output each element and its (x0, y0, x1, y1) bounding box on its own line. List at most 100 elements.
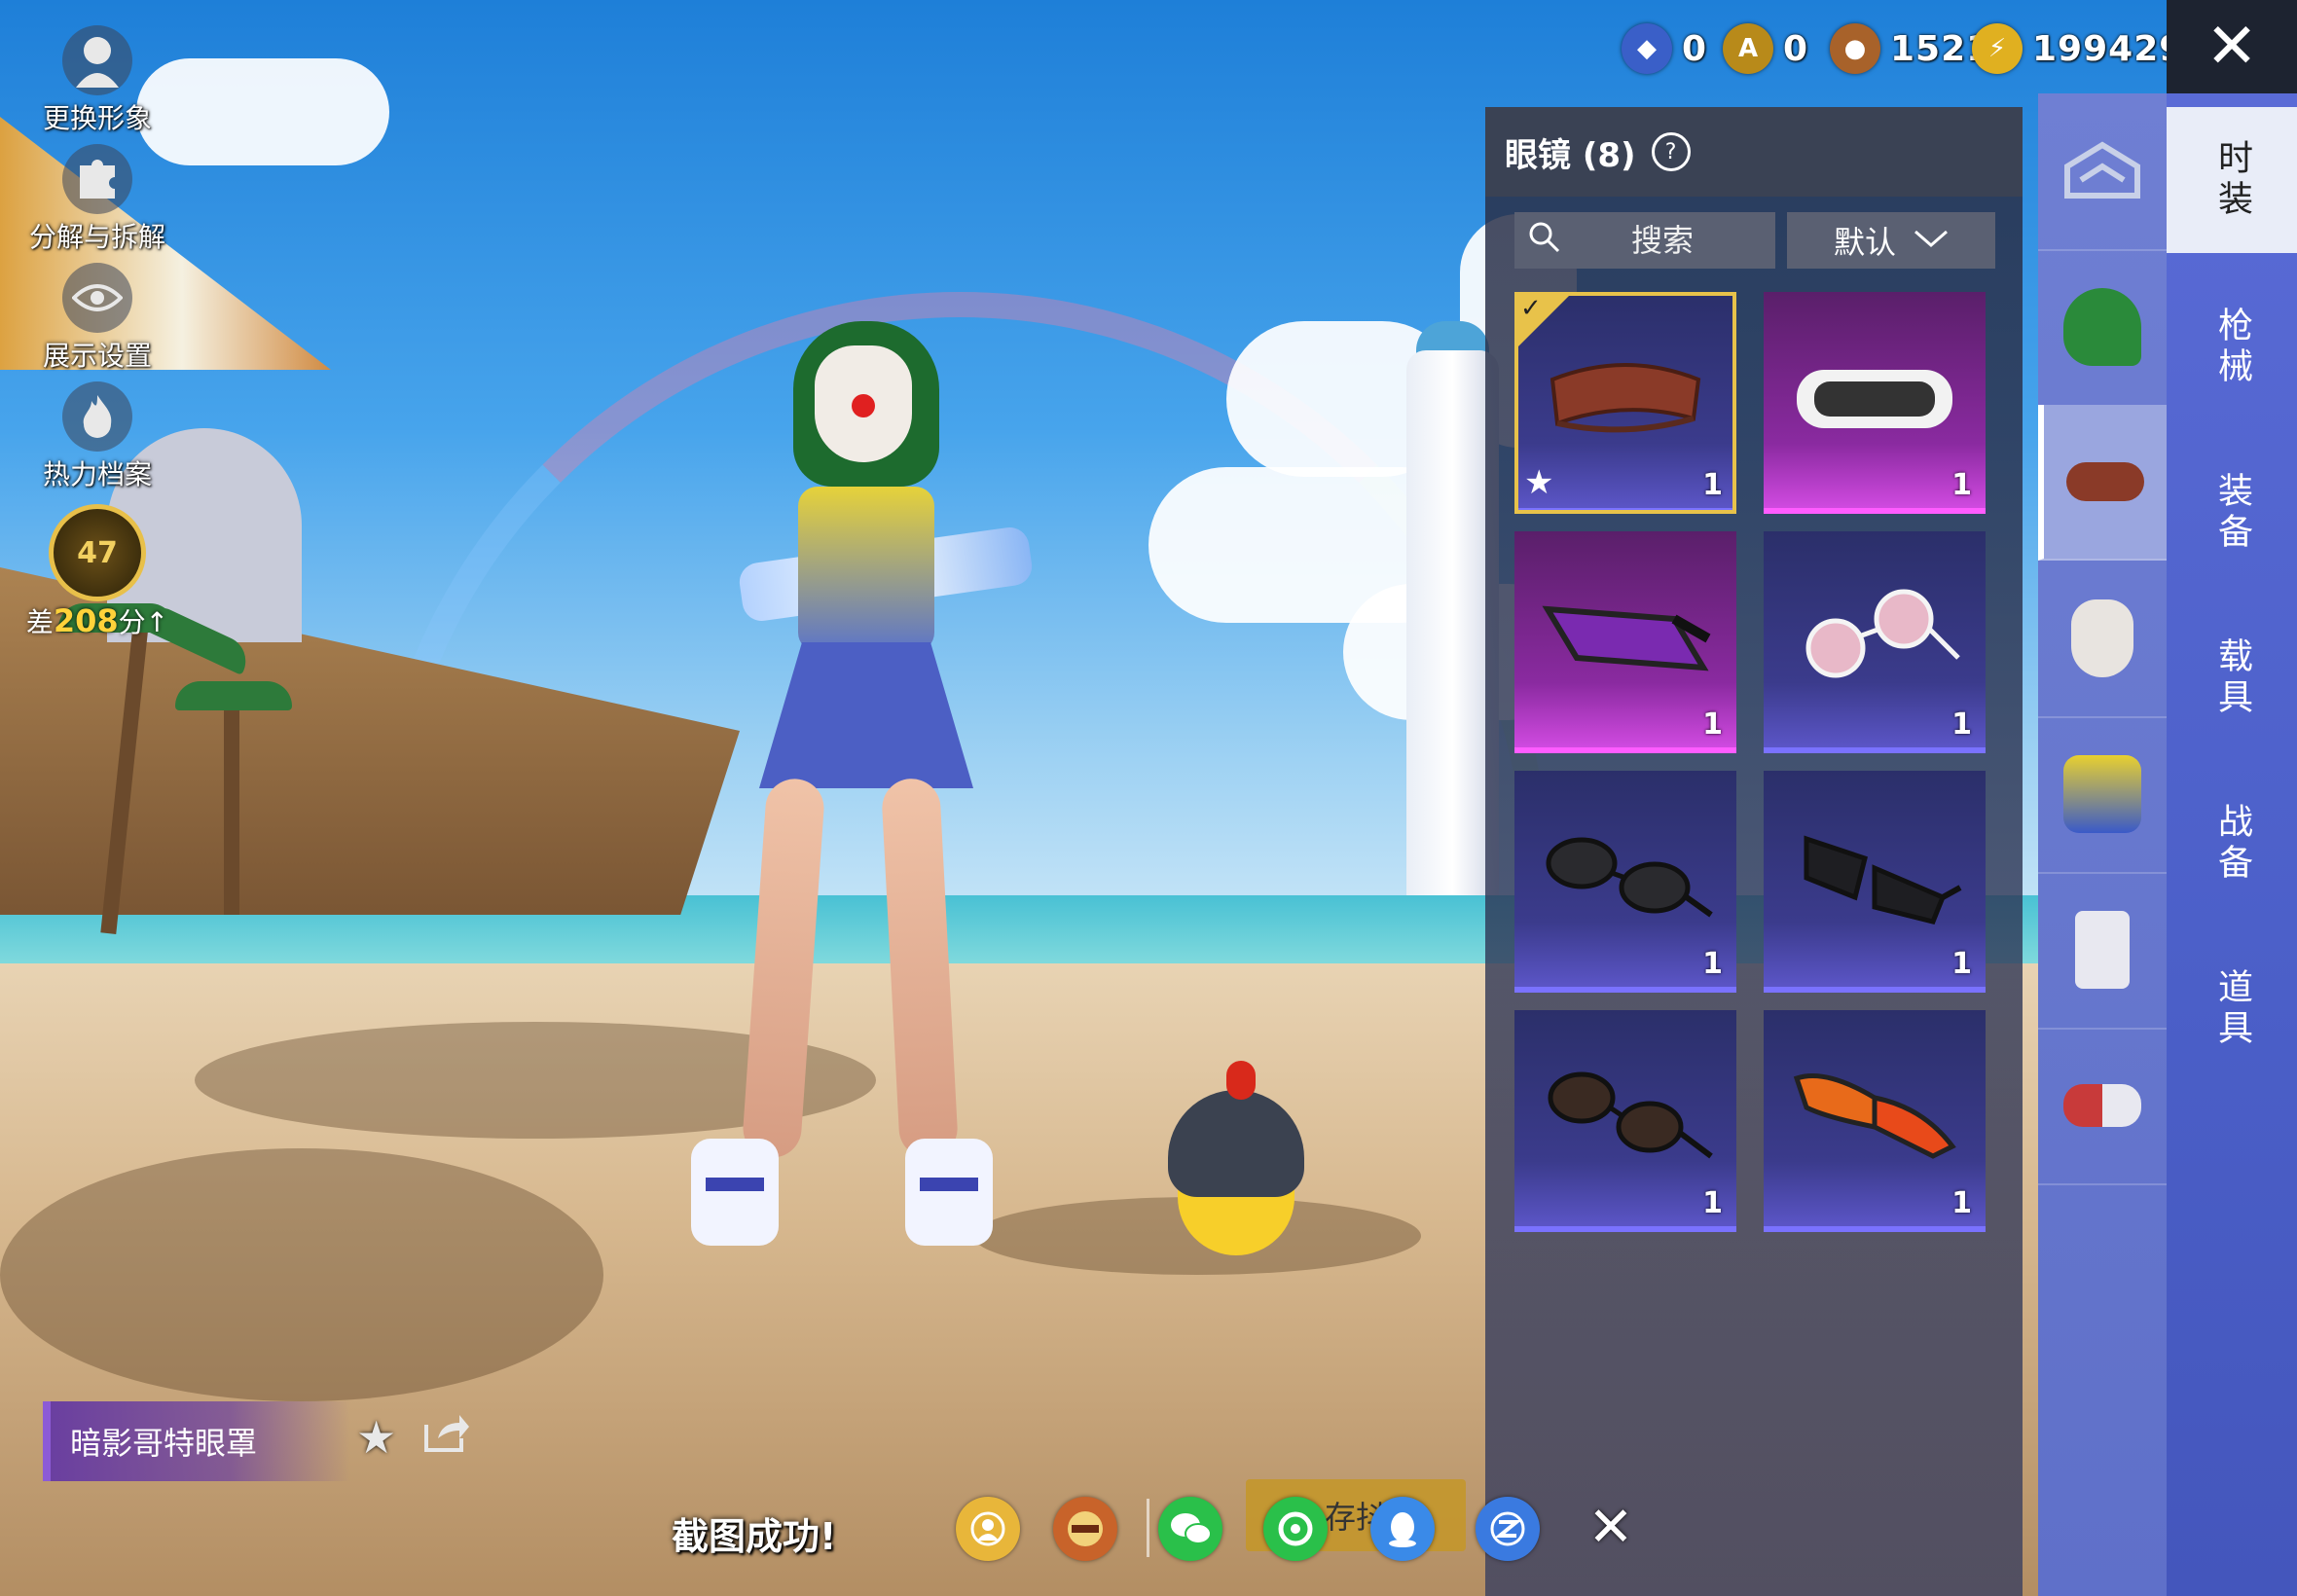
qzone-icon (1490, 1511, 1525, 1546)
profile-share-icon (970, 1511, 1005, 1546)
search-field[interactable] (1514, 212, 1775, 269)
panel-header: 眼镜 (8) ? (1485, 107, 2023, 197)
peace-elite-button[interactable] (1053, 1497, 1117, 1561)
share-close-button[interactable]: ✕ (1579, 1495, 1643, 1559)
sub-category-glasses[interactable] (2038, 405, 2167, 561)
panel-title: 眼镜 (8) (1505, 135, 1636, 175)
sub-category-hair[interactable] (2038, 249, 2167, 407)
wechat-button[interactable] (1158, 1497, 1222, 1561)
display-settings-label: 展示设置 (42, 340, 152, 372)
palm-leaf (175, 681, 292, 710)
chevron-down-icon (1914, 226, 1949, 255)
sort-label: 默认 (1833, 224, 1896, 261)
currency-value: 0 (1682, 28, 1708, 69)
character-shoe-left (691, 1139, 779, 1246)
tab-equipment[interactable]: 装备 (2167, 440, 2297, 586)
item-quantity: 1 (1702, 707, 1723, 742)
item-quantity: 1 (1951, 468, 1972, 502)
sub-category-wardrobe[interactable] (2038, 93, 2167, 251)
currency-gold-token[interactable]: A 0 (1723, 19, 1808, 78)
chick-crest (1226, 1061, 1256, 1100)
sub-category-shoes[interactable] (2038, 1028, 2167, 1185)
item-card-dark-sunglasses-1[interactable]: 1 (1514, 771, 1736, 993)
item-card-brown-sunglasses[interactable]: 1 (1514, 1010, 1736, 1232)
character-leg-left (741, 777, 826, 1160)
top-outfit-icon (2063, 755, 2141, 833)
currency-blue-token[interactable]: ◆ 0 (1622, 19, 1707, 78)
rank-gap: 差208分↑ (19, 601, 175, 640)
share-divider (1147, 1499, 1149, 1557)
heat-profile-label: 热力档案 (42, 458, 152, 490)
heat-profile-button[interactable]: 热力档案 (19, 381, 175, 492)
item-quantity: 1 (1702, 947, 1723, 981)
puzzle-icon (62, 144, 132, 214)
currency-lightning-coin[interactable]: ⚡ 199429 (1972, 19, 2184, 78)
sub-category-nav (2038, 93, 2167, 1596)
decompose-button[interactable]: 分解与拆解 (19, 144, 175, 255)
currency-value: 0 (1783, 28, 1809, 69)
eye-icon (62, 263, 132, 333)
currency-bronze-coin[interactable]: ● 1521 (1830, 19, 1991, 78)
wechat-icon (1171, 1513, 1212, 1544)
item-quantity: 1 (1702, 468, 1723, 502)
shoes-icon (2063, 1084, 2141, 1127)
main-category-nav: 时装 枪械 装备 载具 战备 道具 (2167, 93, 2297, 1596)
tab-vehicles[interactable]: 载具 (2167, 605, 2297, 751)
favorite-star-icon[interactable]: ★ (356, 1411, 396, 1464)
sub-category-top[interactable] (2038, 716, 2167, 874)
change-avatar-label: 更换形象 (42, 102, 152, 134)
inventory-panel: 眼镜 (8) ? 默认 ✓ ★ 1 1 (1485, 107, 2023, 1596)
item-card-brown-blindfold[interactable]: ✓ ★ 1 (1514, 292, 1736, 514)
blindfold-icon (1550, 363, 1701, 433)
share-icon[interactable] (422, 1411, 471, 1465)
item-card-purple-goggles[interactable]: 1 (1514, 531, 1736, 753)
favorite-star-icon[interactable]: ★ (1524, 463, 1553, 502)
display-settings-button[interactable]: 展示设置 (19, 263, 175, 374)
search-icon (1514, 220, 1573, 262)
qq-icon (1389, 1512, 1416, 1547)
screenshot-toast: 截图成功! (672, 1515, 837, 1558)
bronze-coin-icon: ● (1830, 23, 1880, 74)
selected-item-name: 暗影哥特眼罩 (70, 1425, 258, 1462)
sort-dropdown[interactable]: 默认 (1787, 212, 1995, 269)
decompose-label: 分解与拆解 (28, 221, 165, 253)
tab-weapons[interactable]: 枪械 (2167, 274, 2297, 420)
palm-tree (224, 701, 239, 915)
wardrobe-icon (2064, 141, 2140, 199)
item-quantity: 1 (1951, 1186, 1972, 1220)
tab-fashion[interactable]: 时装 (2167, 107, 2297, 253)
rank-gap-suffix: 分 (118, 606, 146, 638)
sub-category-pants[interactable] (2038, 872, 2167, 1030)
search-input[interactable] (1573, 221, 1752, 260)
change-avatar-button[interactable]: 更换形象 (19, 25, 175, 136)
qq-button[interactable] (1370, 1497, 1435, 1561)
rank-widget[interactable]: 47 差208分↑ (19, 504, 175, 640)
gold-a-token-icon: A (1723, 23, 1773, 74)
tab-props[interactable]: 道具 (2167, 936, 2297, 1082)
pants-icon (2075, 911, 2130, 989)
item-quantity: 1 (1951, 947, 1972, 981)
sunglasses-icon (1546, 837, 1713, 918)
player-character[interactable] (691, 321, 1022, 1275)
item-card-pink-round-glasses[interactable]: 1 (1764, 531, 1986, 753)
blue-token-icon: ◆ (1622, 23, 1672, 74)
sunglasses-icon (1804, 835, 1962, 925)
chick-helmet (1168, 1090, 1304, 1197)
purple-goggles-icon (1542, 605, 1711, 671)
item-card-white-goggles[interactable]: 1 (1764, 292, 1986, 514)
profile-share-button[interactable] (956, 1497, 1020, 1561)
help-icon[interactable]: ? (1651, 132, 1691, 171)
sport-glasses-icon (1793, 1073, 1956, 1159)
item-card-orange-sport-glasses[interactable]: 1 (1764, 1010, 1986, 1232)
glasses-icon (2066, 462, 2144, 501)
tab-tactical-gear[interactable]: 战备 (2167, 771, 2297, 917)
close-icon: ✕ (2206, 11, 2258, 83)
close-button[interactable]: ✕ (2167, 0, 2297, 93)
character-top (798, 487, 934, 652)
item-card-dark-sunglasses-2[interactable]: 1 (1764, 771, 1986, 993)
sub-category-mask[interactable] (2038, 561, 2167, 718)
moments-button[interactable] (1263, 1497, 1328, 1561)
chick-pet[interactable] (1168, 1061, 1304, 1275)
qzone-button[interactable] (1476, 1497, 1540, 1561)
avatar-icon (62, 25, 132, 95)
